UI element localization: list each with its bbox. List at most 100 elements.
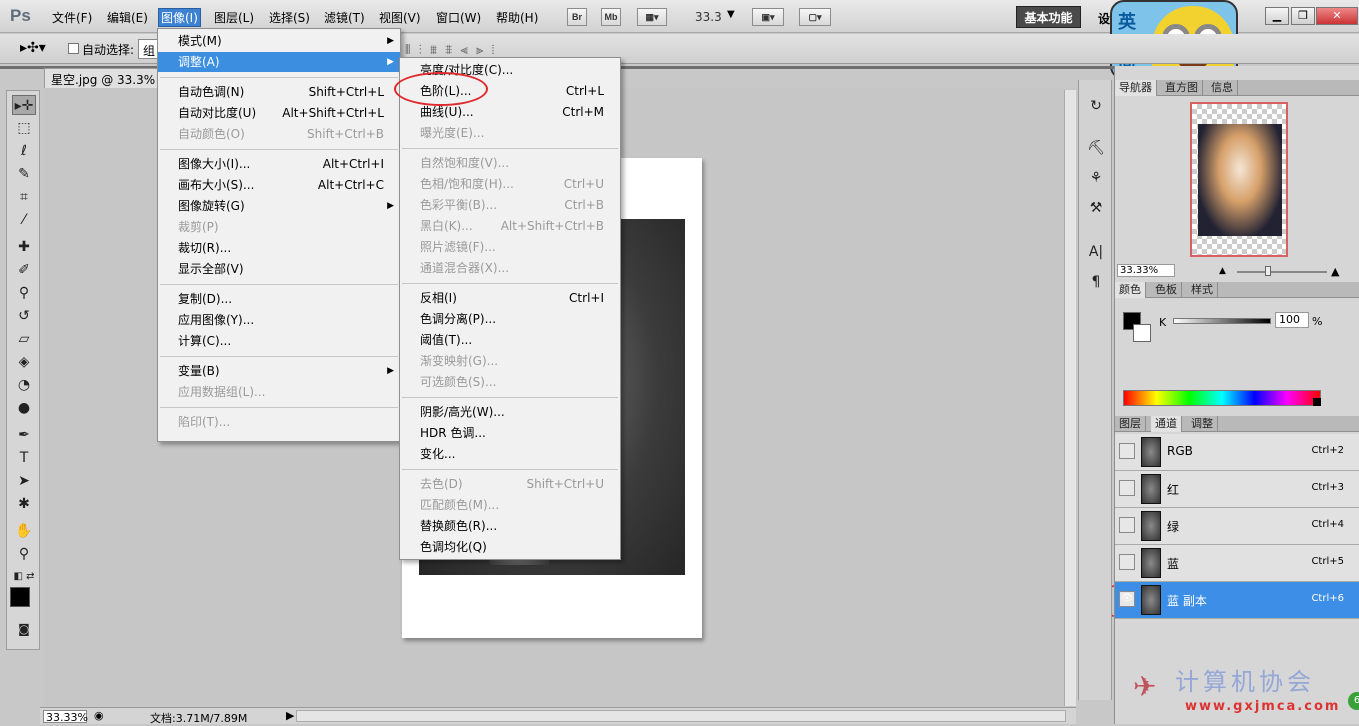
- character-panel-icon[interactable]: A|: [1085, 242, 1107, 262]
- move-tool-icon[interactable]: ▸✣▾: [20, 40, 46, 56]
- vertical-scrollbar[interactable]: [1064, 90, 1076, 706]
- zoom-in-icon[interactable]: ▲: [1331, 265, 1339, 278]
- menu-view[interactable]: 视图(V): [379, 9, 421, 26]
- color-background-swatch[interactable]: [1133, 324, 1151, 342]
- zoom-level[interactable]: 33.3: [695, 10, 722, 24]
- clone-source-icon[interactable]: ⚒: [1085, 198, 1107, 218]
- status-zoom[interactable]: 33.33%: [43, 710, 88, 724]
- tab-layers[interactable]: 图层: [1115, 416, 1146, 432]
- visibility-eye-icon[interactable]: [1119, 480, 1135, 496]
- channel-row[interactable]: 红 Ctrl+3: [1115, 471, 1359, 508]
- bridge-button[interactable]: Br: [567, 8, 587, 26]
- status-arrow-icon[interactable]: ▶: [286, 709, 294, 722]
- menu-layer[interactable]: 图层(L): [214, 9, 254, 26]
- color-spectrum[interactable]: [1123, 390, 1321, 406]
- zoom-tool-icon[interactable]: ⚲: [12, 544, 36, 564]
- document-tab[interactable]: 星空.jpg @ 33.3% (: [44, 68, 162, 88]
- blur-tool-icon[interactable]: ◔: [12, 375, 36, 395]
- visibility-eye-icon[interactable]: [1119, 443, 1135, 459]
- lasso-tool-icon[interactable]: ℓ: [12, 141, 36, 161]
- menu-window[interactable]: 窗口(W): [436, 9, 481, 26]
- film-icon[interactable]: ▦▾: [637, 8, 667, 26]
- menu-select[interactable]: 选择(S): [269, 9, 310, 26]
- channel-row[interactable]: 绿 Ctrl+4: [1115, 508, 1359, 545]
- tool-presets-icon[interactable]: ⚘: [1085, 168, 1107, 188]
- eyedropper-icon[interactable]: ⁄: [12, 210, 36, 230]
- image-menu-item[interactable]: 自动色调(N) Shift+Ctrl+L: [158, 82, 400, 102]
- adjust-menu-item[interactable]: 替换颜色(R)...: [400, 516, 620, 536]
- image-menu-item[interactable]: 裁切(R)...: [158, 238, 400, 258]
- eraser-tool-icon[interactable]: ▱: [12, 329, 36, 349]
- quick-mask-icon[interactable]: ◙: [12, 619, 36, 639]
- horizontal-scrollbar[interactable]: [296, 710, 1066, 722]
- dodge-tool-icon[interactable]: ●: [12, 398, 36, 418]
- healing-brush-icon[interactable]: ✚: [12, 237, 36, 257]
- adjust-menu-item[interactable]: 阈值(T)...: [400, 330, 620, 350]
- channel-row[interactable]: RGB Ctrl+2: [1115, 434, 1359, 471]
- zoom-out-icon[interactable]: ▲: [1219, 266, 1226, 276]
- image-menu-item[interactable]: 图像旋转(G) ▶: [158, 196, 400, 216]
- brush-tool-icon[interactable]: ✐: [12, 260, 36, 280]
- channel-row[interactable]: 蓝 Ctrl+5: [1115, 545, 1359, 582]
- crop-tool-icon[interactable]: ⌗: [12, 187, 36, 207]
- menu-edit[interactable]: 编辑(E): [107, 9, 148, 26]
- history-panel-icon[interactable]: ↻: [1085, 96, 1107, 116]
- workspace-button[interactable]: 基本功能: [1016, 6, 1081, 28]
- image-menu-item[interactable]: 应用图像(Y)...: [158, 310, 400, 330]
- image-menu-item[interactable]: 调整(A) ▶: [158, 52, 400, 72]
- k-value-input[interactable]: 100: [1275, 312, 1309, 328]
- image-menu-item[interactable]: 图像大小(I)... Alt+Ctrl+I: [158, 154, 400, 174]
- image-menu-item[interactable]: 显示全部(V): [158, 259, 400, 279]
- restore-button[interactable]: ❐: [1291, 7, 1315, 25]
- auto-select-checkbox[interactable]: [68, 41, 79, 55]
- spectrum-black[interactable]: [1313, 398, 1321, 406]
- tab-color[interactable]: 颜色: [1115, 282, 1146, 298]
- tab-adjustments[interactable]: 调整: [1187, 416, 1218, 432]
- close-button[interactable]: ✕: [1316, 7, 1358, 25]
- menu-help[interactable]: 帮助(H): [496, 9, 538, 26]
- quick-select-icon[interactable]: ✎: [12, 164, 36, 184]
- minibridge-button[interactable]: Mb: [601, 8, 621, 26]
- image-menu-item[interactable]: 复制(D)...: [158, 289, 400, 309]
- move-tool-icon[interactable]: ▸✛: [12, 95, 36, 115]
- adjust-menu-item[interactable]: 阴影/高光(W)...: [400, 402, 620, 422]
- paragraph-panel-icon[interactable]: ¶: [1085, 272, 1107, 292]
- status-icon[interactable]: ◉: [94, 709, 104, 722]
- navigator-preview[interactable]: [1190, 102, 1288, 257]
- swap-colors-icon[interactable]: ◧ ⇄: [12, 567, 36, 587]
- visibility-eye-icon[interactable]: [1119, 554, 1135, 570]
- path-select-icon[interactable]: ➤: [12, 471, 36, 491]
- adjust-menu-item[interactable]: 色调分离(P)...: [400, 309, 620, 329]
- adjust-menu-item[interactable]: 变化...: [400, 444, 620, 464]
- image-menu-item[interactable]: 模式(M) ▶: [158, 31, 400, 51]
- workspace-extra[interactable]: 设: [1098, 10, 1110, 27]
- image-menu-item[interactable]: 变量(B) ▶: [158, 361, 400, 381]
- menu-file[interactable]: 文件(F): [52, 9, 92, 26]
- screen-mode-icon[interactable]: ▢▾: [799, 8, 831, 26]
- image-menu-item[interactable]: 画布大小(S)... Alt+Ctrl+C: [158, 175, 400, 195]
- adjust-menu-item[interactable]: 反相(I) Ctrl+I: [400, 288, 620, 308]
- tab-navigator[interactable]: 导航器: [1115, 80, 1157, 96]
- tab-styles[interactable]: 样式: [1187, 282, 1218, 298]
- pen-tool-icon[interactable]: ✒: [12, 425, 36, 445]
- navigator-zoom-slider[interactable]: [1237, 271, 1327, 273]
- marquee-tool-icon[interactable]: ⬚: [12, 118, 36, 138]
- visibility-eye-icon[interactable]: 👁: [1119, 591, 1135, 607]
- stamp-tool-icon[interactable]: ⚲: [12, 283, 36, 303]
- arrange-icon[interactable]: ▣▾: [752, 8, 784, 26]
- adjust-menu-item[interactable]: 色调均化(Q): [400, 537, 620, 557]
- image-menu-item[interactable]: 自动对比度(U) Alt+Shift+Ctrl+L: [158, 103, 400, 123]
- tab-histogram[interactable]: 直方图: [1161, 80, 1203, 96]
- tab-channels[interactable]: 通道: [1151, 416, 1182, 432]
- history-brush-icon[interactable]: ↺: [12, 306, 36, 326]
- minimize-button[interactable]: ▁: [1265, 7, 1289, 25]
- tab-info[interactable]: 信息: [1207, 80, 1238, 96]
- brush-panel-icon[interactable]: ⛏: [1085, 138, 1107, 158]
- chevron-down-icon[interactable]: ▼: [727, 9, 735, 20]
- k-slider[interactable]: [1173, 318, 1271, 324]
- hand-tool-icon[interactable]: ✋: [12, 521, 36, 541]
- image-menu-item[interactable]: 计算(C)...: [158, 331, 400, 351]
- align-icons[interactable]: ⫴ ⫶ ⩩ ⩨ ⫷ ⫸ ⦙: [405, 43, 496, 58]
- zoom-slider-handle[interactable]: [1265, 266, 1271, 276]
- navigator-zoom[interactable]: 33.33%: [1117, 264, 1175, 277]
